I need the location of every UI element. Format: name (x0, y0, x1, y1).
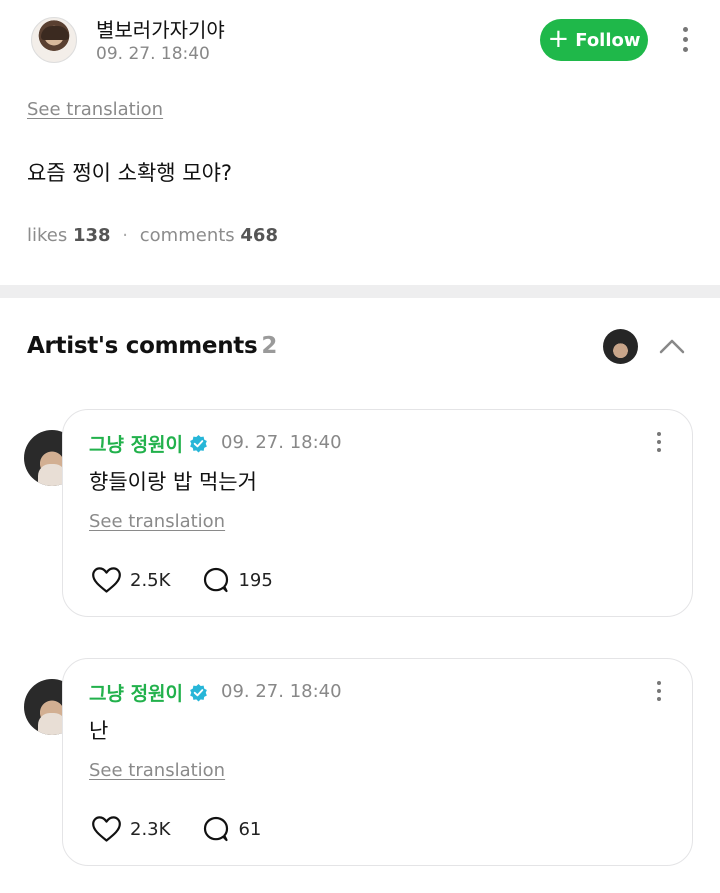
heart-icon (92, 567, 121, 593)
more-vertical-icon[interactable] (656, 681, 662, 701)
artist-avatar-small[interactable] (603, 329, 638, 364)
reply-button[interactable]: 195 (202, 566, 273, 594)
artist-name[interactable]: 그냥 정원이 (89, 679, 208, 706)
artist-name-text: 그냥 정원이 (89, 434, 184, 456)
comment-actions: 2.5K 195 (91, 566, 273, 594)
see-translation-link[interactable]: See translation (89, 511, 225, 532)
artist-name[interactable]: 그냥 정원이 (89, 430, 208, 457)
plus-icon: + (547, 23, 570, 54)
comment-date: 09. 27. 18:40 (221, 681, 342, 702)
post-stats: likes 138 · comments 468 (27, 225, 278, 246)
artist-comments-title: Artist's comments 2 (27, 333, 277, 359)
like-button[interactable]: 2.5K (91, 566, 170, 594)
artist-comments-label: Artist's comments (27, 333, 258, 359)
see-translation-link[interactable]: See translation (27, 99, 163, 120)
comments-count[interactable]: 468 (240, 225, 278, 246)
verified-badge-icon (190, 683, 207, 702)
reply-count: 195 (238, 569, 273, 591)
verified-badge-icon (190, 434, 207, 453)
chevron-up-icon[interactable] (659, 337, 685, 355)
comment-text: 향들이랑 밥 먹는거 (89, 470, 257, 494)
author-username[interactable]: 별보러가자기야 (96, 14, 225, 43)
see-translation-link[interactable]: See translation (89, 760, 225, 781)
more-vertical-icon[interactable] (681, 27, 689, 52)
comment-text: 난 (89, 719, 109, 743)
heart-icon (92, 816, 121, 842)
like-count: 2.5K (130, 569, 171, 591)
like-button[interactable]: 2.3K (91, 815, 170, 843)
reply-count: 61 (238, 818, 262, 840)
author-avatar[interactable] (31, 17, 77, 63)
likes-count[interactable]: 138 (73, 225, 111, 246)
post-date: 09. 27. 18:40 (96, 44, 210, 64)
comments-label: comments (139, 225, 235, 246)
artist-comments-count: 2 (261, 333, 278, 359)
comment-actions: 2.3K 61 (91, 815, 261, 843)
artist-comment-card: 그냥 정원이 09. 27. 18:40 향들이랑 밥 먹는거 See tran… (62, 409, 693, 617)
speech-bubble-icon (204, 567, 229, 593)
more-vertical-icon[interactable] (656, 432, 662, 452)
artist-name-text: 그냥 정원이 (89, 683, 184, 705)
artist-comment-card: 그냥 정원이 09. 27. 18:40 난 See translation 2… (62, 658, 693, 866)
likes-label: likes (27, 225, 68, 246)
post: 별보러가자기야 09. 27. 18:40 + Follow See trans… (0, 0, 720, 285)
post-text: 요즘 쩡이 소확행 모야? (27, 161, 233, 185)
reply-button[interactable]: 61 (202, 815, 261, 843)
stats-separator: · (122, 225, 129, 246)
speech-bubble-icon (204, 816, 229, 842)
like-count: 2.3K (130, 818, 171, 840)
section-divider (0, 285, 720, 298)
comment-date: 09. 27. 18:40 (221, 432, 342, 453)
follow-button[interactable]: + Follow (540, 19, 648, 61)
follow-label: Follow (575, 29, 641, 51)
